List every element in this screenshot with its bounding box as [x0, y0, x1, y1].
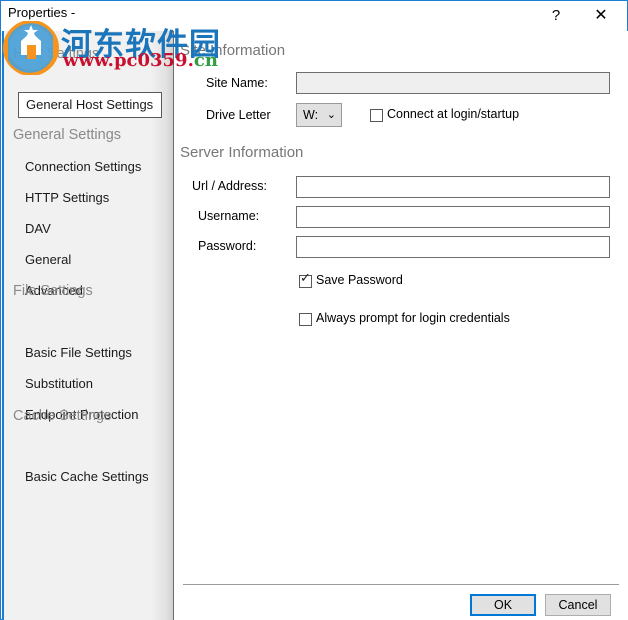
chevron-down-icon: ⌄	[326, 109, 336, 121]
drive-letter-value: W:	[303, 108, 319, 122]
drive-letter-dropdown[interactable]: W: ⌄	[296, 103, 342, 127]
checkbox-box	[299, 313, 312, 326]
sidebar-item-http-settings[interactable]: HTTP Settings	[25, 190, 109, 205]
sidebar-item-general-host-settings[interactable]: General Host Settings	[18, 92, 163, 118]
url-address-input[interactable]	[296, 176, 610, 198]
checkmark-icon: ✓	[300, 270, 311, 285]
password-label: Password:	[198, 239, 257, 253]
cancel-button[interactable]: Cancel	[545, 594, 611, 616]
settings-navigation-sidebar: Host Settings General Host Settings Gene…	[2, 31, 174, 620]
question-mark-icon: ?	[551, 7, 561, 24]
close-icon: ✕	[594, 7, 608, 24]
close-button[interactable]: ✕	[581, 1, 621, 31]
url-address-label: Url / Address:	[192, 179, 268, 193]
ok-button[interactable]: OK	[470, 594, 536, 616]
site-name-input[interactable]	[296, 72, 610, 94]
section-title-server-information: Server Information	[180, 144, 304, 161]
sidebar-item-substitution[interactable]: Substitution	[25, 376, 93, 391]
section-title-site-information: Site Information	[180, 42, 286, 59]
sidebar-item-basic-file-settings[interactable]: Basic File Settings	[25, 345, 132, 360]
username-label: Username:	[198, 209, 260, 223]
properties-dialog-window: Properties - ? ✕ Host Settings General H…	[0, 0, 628, 620]
username-input[interactable]	[296, 206, 610, 228]
nav-group-header-general-settings: General Settings	[13, 127, 122, 143]
footer-divider	[183, 584, 619, 585]
sidebar-item-dav[interactable]: DAV	[25, 221, 51, 236]
sidebar-item-connection-settings[interactable]: Connection Settings	[25, 159, 141, 174]
connect-at-login-label: Connect at login/startup	[387, 107, 520, 121]
title-bar: Properties - ? ✕	[1, 1, 627, 31]
checkbox-box	[370, 109, 383, 122]
window-title: Properties -	[8, 5, 76, 20]
drive-letter-label: Drive Letter	[206, 108, 271, 122]
nav-group-header-host-settings: Host Settings	[13, 46, 100, 62]
sidebar-item-general[interactable]: General	[25, 252, 71, 267]
save-password-label: Save Password	[316, 273, 403, 287]
nav-group-header-file-settings: File Settings	[13, 283, 93, 299]
always-prompt-label: Always prompt for login credentials	[316, 311, 510, 325]
password-input[interactable]	[296, 236, 610, 258]
site-name-label: Site Name:	[206, 76, 268, 90]
nav-group-header-cache-settings: Cache Settings	[13, 408, 112, 424]
sidebar-item-basic-cache-settings[interactable]: Basic Cache Settings	[25, 469, 149, 484]
help-button[interactable]: ?	[536, 1, 576, 31]
settings-content-pane: Site Information Site Name: Drive Letter…	[174, 31, 628, 620]
